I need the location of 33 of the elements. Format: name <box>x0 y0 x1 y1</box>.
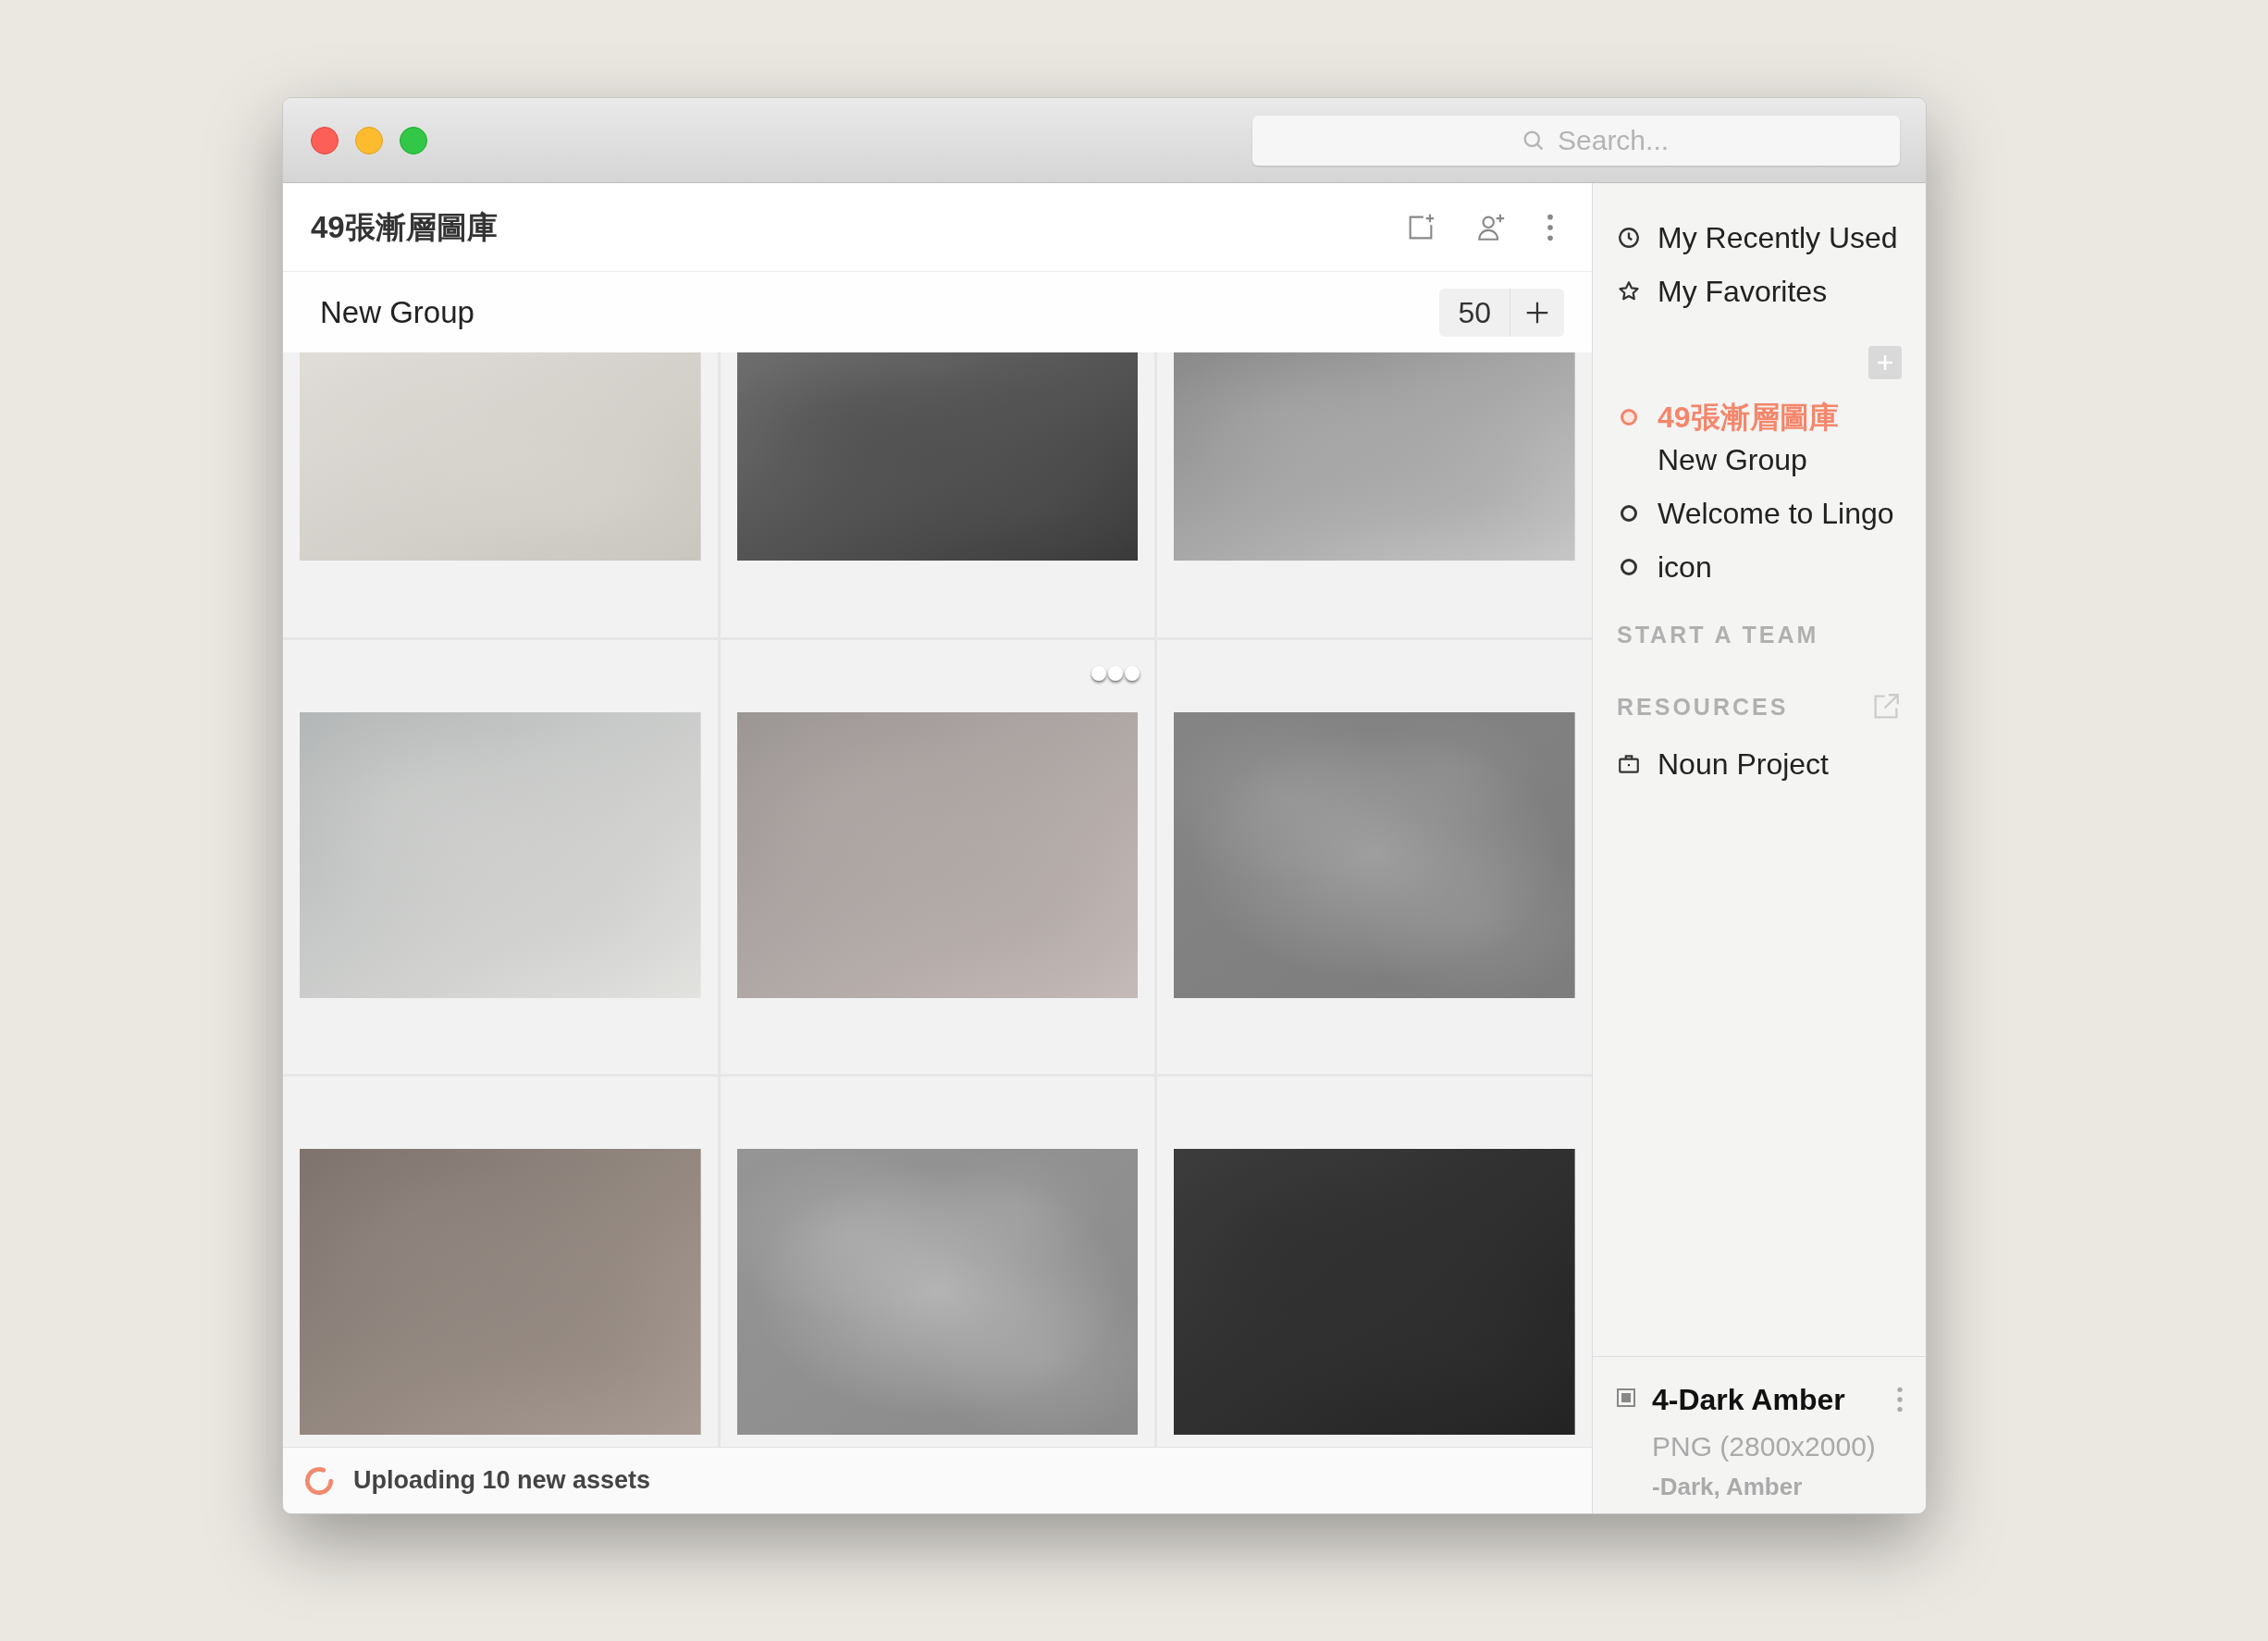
asset-name: 4-Dark Amber <box>1652 1382 1846 1418</box>
briefcase-icon <box>1617 752 1641 776</box>
image-file-icon <box>1615 1387 1637 1409</box>
library-item[interactable]: Welcome to Lingo <box>1617 492 1902 535</box>
asset-format: PNG (2800x2000) <box>1652 1430 1877 1463</box>
section-heading: RESOURCES <box>1617 692 1789 722</box>
asset-tile[interactable] <box>720 640 1155 1074</box>
resource-item[interactable]: Noun Project <box>1617 737 1902 791</box>
asset-tile[interactable] <box>283 640 718 1074</box>
status-text: Uploading 10 new assets <box>353 1465 651 1497</box>
sidebar-item[interactable]: My Recently Used <box>1617 211 1902 265</box>
asset-tags: -Dark, Amber <box>1652 1469 1881 1505</box>
asset-tile[interactable] <box>283 1077 718 1447</box>
more-icon[interactable] <box>1896 1385 1904 1414</box>
minimize-button[interactable] <box>355 126 383 154</box>
asset-tile[interactable] <box>1157 1077 1592 1447</box>
asset-tile[interactable] <box>720 1077 1155 1447</box>
zoom-value: 50 <box>1457 294 1492 331</box>
asset-tile[interactable] <box>1157 352 1592 637</box>
section-heading: START A TEAM <box>1617 621 1820 649</box>
zoom-button[interactable] <box>400 126 427 154</box>
library-title: 49張漸層圖庫 <box>311 208 498 246</box>
asset-tile[interactable] <box>720 352 1155 637</box>
library-item[interactable]: icon <box>1617 546 1902 588</box>
tile-menu-icon[interactable] <box>1091 666 1140 681</box>
group-item[interactable]: New Group <box>1658 438 1902 481</box>
asset-tile[interactable] <box>283 352 718 637</box>
close-button[interactable] <box>311 126 339 154</box>
clock-icon <box>1617 226 1641 250</box>
asset-tile[interactable] <box>1157 640 1592 1074</box>
search-field[interactable]: Search... <box>1252 115 1900 166</box>
sidebar-item[interactable]: My Favorites <box>1617 265 1902 318</box>
group-name: New Group <box>320 293 475 331</box>
